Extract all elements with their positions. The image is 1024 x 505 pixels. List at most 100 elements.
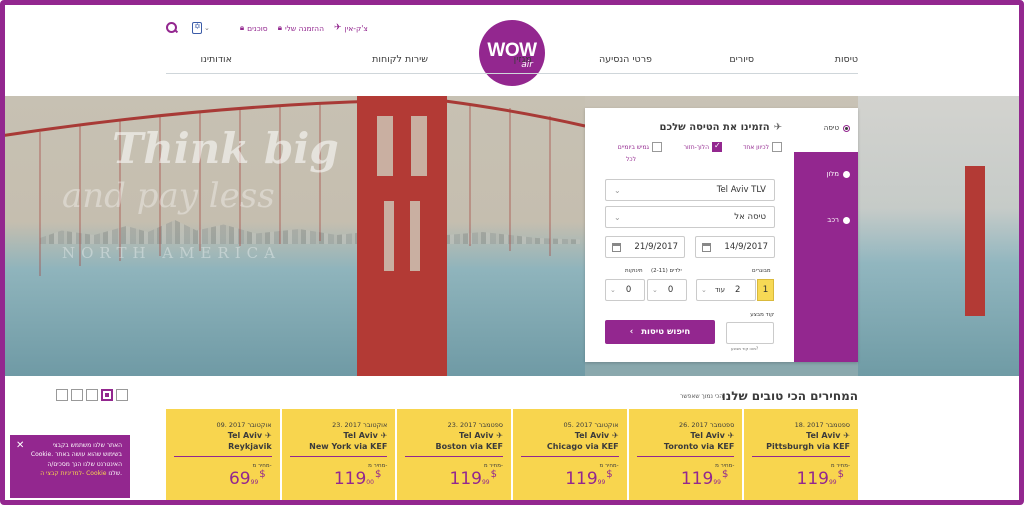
my-booking-link[interactable]: 🔒︎ ההזמנה שלי: [278, 23, 324, 33]
pager-dot[interactable]: [86, 389, 98, 401]
calendar-icon: [612, 242, 621, 252]
hero-right-image: [858, 96, 1024, 376]
nav-magazine[interactable]: מגזין: [514, 54, 532, 65]
cookie-notice: ✕ האתר שלנו משתמש בקבצי Cookie. בשימוש ש…: [10, 435, 130, 498]
deal-card[interactable]: 18. ספטמבר 2017 Tel Aviv ✈ Pittsburgh vi…: [744, 409, 858, 505]
children-stepper[interactable]: ⌄ 0: [647, 279, 687, 301]
trip-flexible[interactable]: גמיש ביומיים: [618, 142, 662, 152]
bridge-tower: [965, 166, 985, 316]
nav-customer-service[interactable]: שירות לקוחות: [372, 54, 428, 65]
adults-selected[interactable]: 1: [757, 279, 774, 301]
chevron-down-icon: ⌄: [652, 286, 658, 294]
deal-card[interactable]: 23. אוקטובר 2017 Tel Aviv ✈ New York via…: [281, 409, 396, 505]
booking-tabs-panel: מלון רכב: [794, 152, 858, 362]
divider: [520, 456, 619, 457]
flexible-checkbox[interactable]: [652, 142, 662, 152]
site-header: ⌄ 🔒︎ סוכנים 🔒︎ ההזמנה שלי ✈ צ'ק-אין WOW …: [0, 0, 1024, 96]
cookie-policy-link[interactable]: למדיניות קבצי ה- Cookie: [40, 470, 106, 477]
trip-flexible-sub: לכל: [626, 156, 636, 163]
plane-icon: ✈: [264, 431, 272, 440]
bridge-tower: [357, 96, 447, 376]
calendar-icon: [702, 242, 711, 252]
search-icon[interactable]: [166, 22, 178, 34]
adults-stepper[interactable]: ⌄ עוד 2: [696, 279, 756, 301]
agents-link[interactable]: 🔒︎ סוכנים: [240, 23, 268, 33]
close-icon[interactable]: ✕: [16, 438, 24, 454]
deal-card[interactable]: 23. ספטמבר 2017 Tel Aviv ✈ Boston via KE…: [397, 409, 511, 505]
nav-about[interactable]: אודותינו: [201, 54, 232, 65]
adults-label: מבוגרים: [752, 268, 771, 274]
chevron-down-icon: ⌄: [701, 286, 707, 294]
promo-code-input[interactable]: [726, 322, 774, 344]
deals-title: המחירים הכי טובים שלנו: [721, 389, 858, 403]
booking-title: הזמינו את הטיסה שלכם ✈: [659, 122, 783, 133]
nav-flights[interactable]: טיסות: [835, 54, 858, 65]
nav-trip-details[interactable]: פרטי הנסיעה: [599, 54, 652, 65]
chevron-left-icon: ‹: [629, 327, 634, 337]
checkin-link[interactable]: ✈ צ'ק-אין: [334, 23, 368, 33]
pager-dot[interactable]: [116, 389, 128, 401]
promo-help-link[interactable]: מהו קוד מבצע?: [731, 346, 758, 351]
nav-tours[interactable]: סיורים: [729, 54, 754, 65]
plane-icon: ✈: [380, 431, 388, 440]
tower-opening: [377, 116, 393, 176]
hero-region: NORTH AMERICA: [62, 244, 281, 262]
trip-type-options: לכיוון אחד הלוך-חזור גמיש ביומיים לכל: [602, 141, 782, 170]
radio[interactable]: [843, 216, 850, 224]
tower-opening: [384, 201, 394, 271]
tower-opening: [410, 201, 420, 271]
infants-label: תינוקות: [625, 268, 643, 274]
origin-select[interactable]: ⌄ Tel Aviv TLV: [605, 179, 775, 201]
language-flag-icon[interactable]: [192, 22, 202, 34]
tab-hotel[interactable]: מלון: [794, 170, 858, 178]
main-nav: טיסות סיורים פרטי הנסיעה מגזין שירות לקו…: [166, 54, 858, 74]
booking-tabs: טיסה מלון רכב: [794, 108, 858, 362]
round-trip-checkbox[interactable]: [712, 141, 722, 152]
hero-banner: Think big and pay less NORTH AMERICA: [0, 96, 1024, 376]
divider: [636, 456, 735, 457]
chevron-down-icon[interactable]: ⌄: [204, 24, 210, 32]
wow-air-logo[interactable]: WOW air: [479, 20, 545, 86]
trip-one-way[interactable]: לכיוון אחד: [743, 142, 782, 152]
booking-widget: טיסה מלון רכב הזמינו את הטיסה שלכם ✈ לכי…: [585, 108, 858, 362]
radio[interactable]: [843, 170, 850, 178]
pager-dot[interactable]: [71, 389, 83, 401]
trip-round[interactable]: הלוך-חזור: [684, 141, 722, 152]
plane-icon: ✈: [333, 23, 342, 33]
depart-date-field[interactable]: 14/9/2017: [695, 236, 775, 258]
children-label: ילדים (2-11): [651, 268, 682, 274]
divider: [405, 456, 503, 457]
deals-subtitle: הכי נמוך שאפשר: [680, 393, 724, 400]
flight-search-form: הזמינו את הטיסה שלכם ✈ לכיוון אחד הלוך-ח…: [585, 108, 794, 362]
return-date-field[interactable]: 21/9/2017: [605, 236, 685, 258]
radio[interactable]: [843, 124, 850, 132]
tab-car[interactable]: רכב: [794, 216, 858, 224]
plane-icon: ✈: [773, 122, 782, 133]
hero-subhead: and pay less: [62, 176, 275, 216]
hero-headline: Think big: [112, 124, 339, 173]
deal-cards: 18. ספטמבר 2017 Tel Aviv ✈ Pittsburgh vi…: [165, 409, 858, 505]
divider: [752, 456, 850, 457]
search-flights-button[interactable]: ‹ חיפוש טיסות: [605, 320, 715, 344]
deal-card[interactable]: 26. ספטמבר 2017 Tel Aviv ✈ Toronto via K…: [628, 409, 743, 505]
plane-icon: ✈: [727, 431, 735, 440]
deal-price: 119 99 $: [565, 469, 613, 489]
plane-icon: ✈: [843, 431, 850, 440]
lock-icon: 🔒︎: [277, 23, 282, 32]
one-way-checkbox[interactable]: [772, 142, 782, 152]
tower-opening: [411, 116, 427, 176]
divider: [173, 456, 272, 457]
deal-price: 119 99 $: [449, 469, 497, 489]
tab-flight[interactable]: טיסה: [794, 124, 858, 132]
infants-stepper[interactable]: ⌄ 0: [605, 279, 645, 301]
deals-pager: [56, 389, 128, 401]
pager-dot[interactable]: [56, 389, 68, 401]
pager-dot-active[interactable]: [101, 389, 113, 401]
deal-card[interactable]: 05. אוקטובר 2017 Tel Aviv ✈ Chicago via …: [512, 409, 627, 505]
destination-select[interactable]: ⌄ טיסה אל: [605, 206, 775, 228]
deal-price: 119 00 $: [333, 469, 382, 489]
plane-icon: ✈: [611, 431, 619, 440]
deal-card[interactable]: 09. אוקטובר 2017 Tel Aviv ✈ Reykjavik מח…: [165, 409, 280, 505]
deal-price: 119 99 $: [796, 469, 844, 489]
utility-bar: ⌄ 🔒︎ סוכנים 🔒︎ ההזמנה שלי ✈ צ'ק-אין: [166, 20, 368, 36]
